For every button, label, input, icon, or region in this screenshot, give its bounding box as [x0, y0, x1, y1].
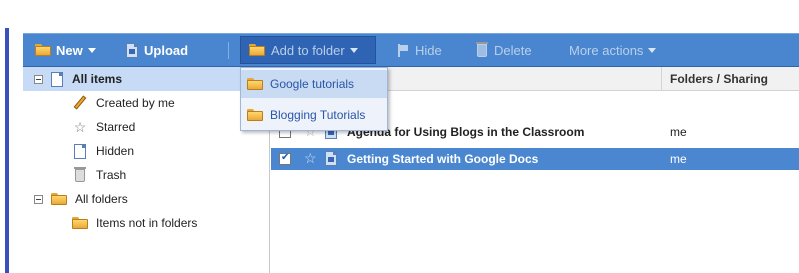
add-to-folder-label: Add to folder — [271, 42, 345, 58]
column-divider — [661, 67, 662, 91]
toolbar: New Upload Add to folder Hide Delete Mor… — [23, 33, 799, 67]
trash-icon — [72, 166, 88, 182]
delete-button[interactable]: Delete — [476, 34, 532, 66]
sidebar-item-all-items[interactable]: All items — [23, 67, 270, 91]
left-edge-bar — [0, 0, 9, 273]
sidebar-item-trash[interactable]: Trash — [23, 163, 270, 187]
pencil-icon — [72, 96, 88, 110]
add-to-folder-button[interactable]: Add to folder — [249, 34, 358, 66]
row-checkbox[interactable] — [279, 152, 291, 165]
add-to-folder-menu: Google tutorials Blogging Tutorials — [240, 67, 388, 131]
sidebar-item-all-folders[interactable]: All folders — [23, 187, 270, 211]
document-owner: me — [670, 152, 687, 166]
column-header-folders-sharing[interactable]: Folders / Sharing — [670, 72, 768, 86]
menu-item-google-tutorials[interactable]: Google tutorials — [241, 70, 387, 98]
sidebar-item-label: Starred — [96, 120, 136, 134]
toolbar-divider — [228, 42, 229, 59]
delete-label: Delete — [494, 42, 532, 58]
upload-button[interactable]: Upload — [126, 34, 188, 66]
new-folder-icon — [35, 44, 51, 56]
table-row[interactable]: ☆ Getting Started with Google Docs me — [271, 148, 799, 170]
sidebar: All items Created by me ☆ Starred Hidden… — [23, 67, 270, 273]
new-label: New — [56, 42, 83, 58]
menu-item-label: Google tutorials — [270, 77, 355, 91]
new-button[interactable]: New — [35, 34, 96, 66]
hide-button[interactable]: Hide — [397, 34, 442, 66]
left-edge-stripe — [5, 28, 9, 273]
hide-label: Hide — [415, 42, 442, 58]
more-actions-label: More actions — [569, 42, 644, 58]
sidebar-item-hidden[interactable]: Hidden — [23, 139, 270, 163]
menu-item-blogging-tutorials[interactable]: Blogging Tutorials — [241, 101, 387, 129]
chevron-down-icon — [87, 47, 96, 53]
trash-icon — [476, 41, 488, 57]
star-icon: ☆ — [73, 119, 87, 135]
sidebar-item-label: Items not in folders — [96, 216, 198, 230]
sidebar-item-starred[interactable]: ☆ Starred — [23, 115, 270, 139]
document-icon — [51, 71, 63, 87]
folder-icon — [249, 44, 265, 56]
folder-icon — [51, 193, 67, 205]
collapse-toggle[interactable] — [34, 74, 43, 84]
sidebar-item-label: Trash — [96, 168, 127, 182]
chevron-down-icon — [349, 47, 358, 53]
more-actions-button[interactable]: More actions — [569, 34, 657, 66]
sidebar-item-label: Created by me — [96, 96, 175, 110]
upload-label: Upload — [144, 42, 189, 58]
document-title[interactable]: Getting Started with Google Docs — [347, 152, 538, 166]
menu-item-label: Blogging Tutorials — [270, 108, 366, 122]
folder-icon — [72, 217, 88, 229]
document-icon — [72, 143, 88, 159]
sidebar-item-label: All folders — [75, 192, 128, 206]
collapse-toggle[interactable] — [34, 194, 43, 204]
document-icon — [325, 151, 337, 166]
sidebar-item-items-not-in-folders[interactable]: Items not in folders — [23, 211, 270, 235]
flag-icon — [397, 43, 409, 57]
star-icon[interactable]: ☆ — [304, 151, 317, 165]
sidebar-item-label: Hidden — [96, 144, 135, 158]
folder-icon — [247, 78, 263, 90]
document-owner: me — [670, 125, 687, 139]
sidebar-item-label: All items — [72, 72, 123, 86]
folder-icon — [247, 109, 263, 121]
sidebar-item-created-by-me[interactable]: Created by me — [23, 91, 270, 115]
upload-icon — [126, 42, 138, 58]
chevron-down-icon — [648, 47, 657, 53]
